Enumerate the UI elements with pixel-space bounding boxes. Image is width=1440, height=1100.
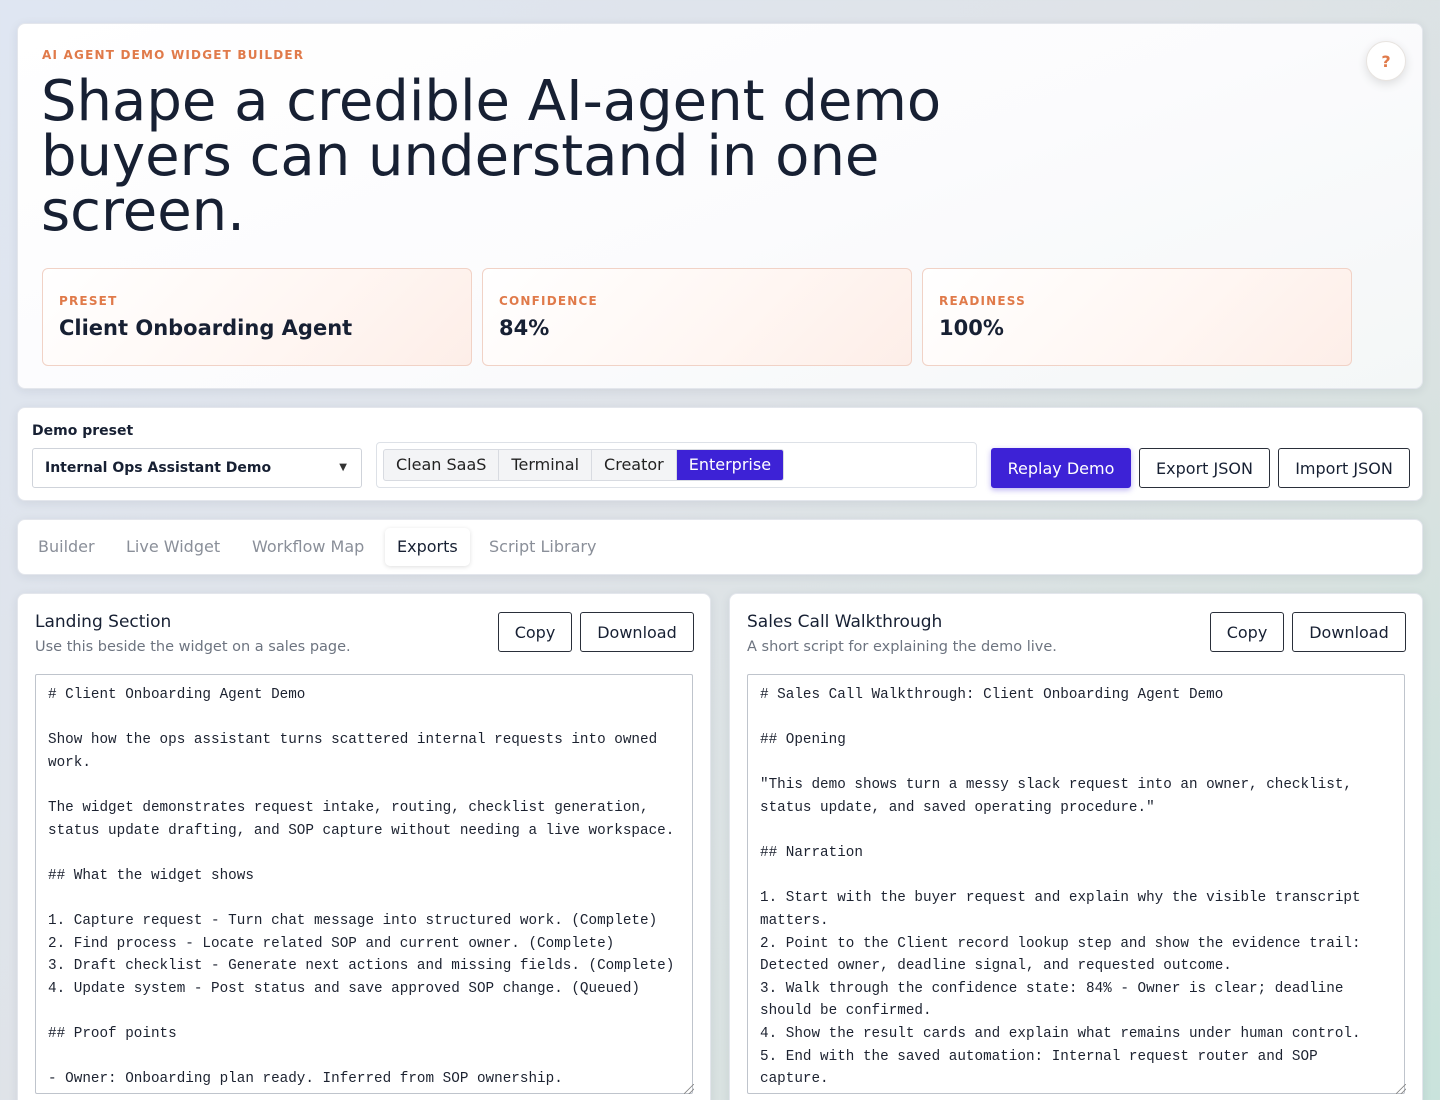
tab-live-widget[interactable]: Live Widget [114,528,232,566]
resize-handle-icon[interactable] [1396,1084,1406,1094]
download-button[interactable]: Download [580,612,694,652]
download-button[interactable]: Download [1292,612,1406,652]
theme-enterprise[interactable]: Enterprise [676,450,784,480]
replay-demo-button[interactable]: Replay Demo [991,448,1131,488]
card-subtitle: A short script for explaining the demo l… [747,639,1057,655]
theme-segmented-control: Clean SaaS Terminal Creator Enterprise [383,449,785,481]
hero-panel: AI AGENT DEMO WIDGET BUILDER Shape a cre… [17,23,1423,389]
export-card-landing-section: Landing Section Use this beside the widg… [17,593,711,1100]
tab-exports[interactable]: Exports [385,528,470,566]
chevron-down-icon: ▼ [339,462,347,473]
theme-creator[interactable]: Creator [592,450,677,480]
stat-label: READINESS [939,294,1026,308]
export-json-button[interactable]: Export JSON [1139,448,1270,488]
stat-card-preset: PRESET Client Onboarding Agent [42,268,472,366]
stat-card-confidence: CONFIDENCE 84% [482,268,912,366]
stat-label: PRESET [59,294,118,308]
card-title: Sales Call Walkthrough [747,612,943,632]
resize-handle-icon[interactable] [684,1084,694,1094]
theme-terminal[interactable]: Terminal [499,450,593,480]
page-title: Shape a credible AI-agent demo buyers ca… [41,69,942,244]
tab-builder[interactable]: Builder [26,528,107,566]
theme-switcher: Clean SaaS Terminal Creator Enterprise [376,442,977,488]
tab-workflow-map[interactable]: Workflow Map [240,528,376,566]
control-bar: Demo preset Internal Ops Assistant Demo … [17,407,1423,501]
export-card-sales-call-walkthrough: Sales Call Walkthrough A short script fo… [729,593,1423,1100]
preset-label: Demo preset [32,423,134,439]
stat-value: 100% [939,316,1004,340]
card-title: Landing Section [35,612,172,632]
tab-script-library[interactable]: Script Library [477,528,608,566]
preset-select-value: Internal Ops Assistant Demo [45,460,272,476]
copy-button[interactable]: Copy [498,612,572,652]
stat-value: Client Onboarding Agent [59,316,353,340]
theme-clean-saas[interactable]: Clean SaaS [384,450,500,480]
copy-button[interactable]: Copy [1210,612,1284,652]
stat-label: CONFIDENCE [499,294,598,308]
stat-card-readiness: READINESS 100% [922,268,1352,366]
tab-bar: Builder Live Widget Workflow Map Exports… [17,519,1423,575]
card-subtitle: Use this beside the widget on a sales pa… [35,639,351,655]
export-textarea[interactable]: # Sales Call Walkthrough: Client Onboard… [747,674,1405,1094]
app-eyebrow: AI AGENT DEMO WIDGET BUILDER [42,48,305,62]
import-json-button[interactable]: Import JSON [1278,448,1410,488]
stat-value: 84% [499,316,550,340]
preset-select[interactable]: Internal Ops Assistant Demo ▼ [32,448,362,488]
export-textarea[interactable]: # Client Onboarding Agent Demo Show how … [35,674,693,1094]
help-button[interactable]: ? [1366,41,1406,81]
